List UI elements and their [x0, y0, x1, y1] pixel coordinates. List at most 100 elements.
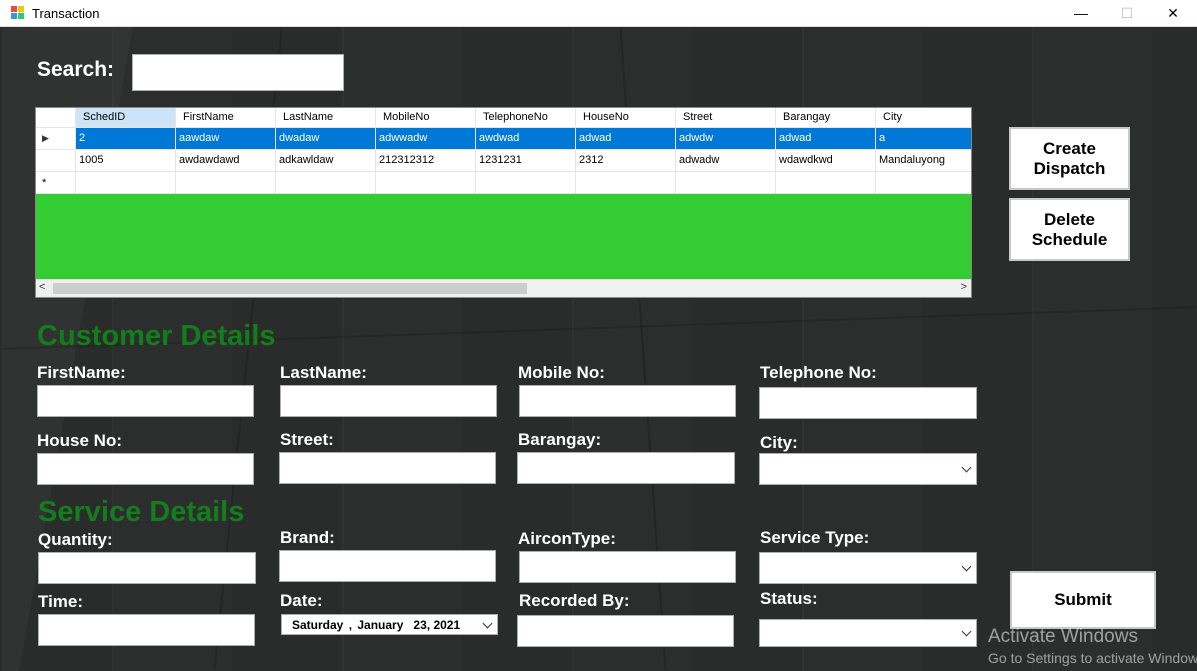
delete-schedule-button[interactable]: Delete Schedule [1009, 198, 1130, 261]
table-cell[interactable]: Mandaluyong [876, 150, 971, 172]
table-cell[interactable] [576, 172, 676, 194]
table-cell[interactable]: adwadw [676, 150, 776, 172]
service-details-heading: Service Details [38, 496, 245, 528]
table-cell[interactable] [476, 172, 576, 194]
schedule-grid[interactable]: SchedID FirstName LastName MobileNo Tele… [35, 107, 972, 298]
date-year: 2021 [433, 618, 461, 632]
grid-header: SchedID FirstName LastName MobileNo Tele… [36, 108, 971, 128]
column-header[interactable]: Barangay [776, 108, 876, 128]
scroll-right-icon[interactable]: > [961, 281, 967, 293]
search-input[interactable] [132, 54, 344, 91]
column-header[interactable]: LastName [276, 108, 376, 128]
activate-windows-watermark: Activate Windows [988, 626, 1138, 647]
table-cell[interactable]: aawdaw [176, 128, 276, 150]
new-row-indicator: * [36, 172, 76, 194]
date-month: January [357, 618, 404, 632]
lastname-label: LastName: [280, 363, 367, 382]
table-cell[interactable]: 1231231 [476, 150, 576, 172]
table-row[interactable]: 1005 awdawdawd adkawldaw 212312312 12312… [36, 150, 971, 172]
table-cell[interactable] [376, 172, 476, 194]
grid-corner [36, 108, 76, 128]
mobile-label: Mobile No: [518, 363, 605, 382]
status-select[interactable] [759, 619, 977, 647]
aircon-type-input[interactable] [519, 551, 736, 583]
table-cell[interactable]: a [876, 128, 971, 150]
date-separator: , [348, 618, 353, 632]
column-header[interactable]: City [876, 108, 971, 128]
close-button[interactable]: ✕ [1150, 0, 1196, 26]
barangay-label: Barangay: [518, 430, 602, 449]
house-label: House No: [37, 431, 122, 450]
mobile-input[interactable] [519, 385, 736, 417]
maximize-button[interactable]: ☐ [1104, 0, 1150, 26]
time-label: Time: [38, 592, 84, 611]
date-weekday: Saturday [292, 618, 344, 632]
house-input[interactable] [37, 453, 254, 485]
table-cell[interactable] [876, 172, 971, 194]
table-cell[interactable]: 2 [76, 128, 176, 150]
date-day: 23, [413, 618, 431, 632]
table-cell[interactable]: adwwadw [376, 128, 476, 150]
lastname-input[interactable] [280, 385, 497, 417]
telephone-label: Telephone No: [760, 363, 877, 382]
service-type-select[interactable] [759, 552, 977, 584]
activate-windows-hint: Go to Settings to activate Windows. [988, 650, 1197, 666]
barangay-input[interactable] [517, 452, 735, 484]
date-label: Date: [280, 591, 323, 610]
aircon-type-label: AirconType: [518, 529, 616, 548]
recorded-by-label: Recorded By: [519, 591, 630, 610]
firstname-input[interactable] [37, 385, 254, 417]
scrollbar-thumb[interactable] [53, 283, 527, 294]
city-select[interactable] [759, 453, 977, 485]
scroll-left-icon[interactable]: < [39, 281, 45, 293]
table-cell[interactable]: adkawldaw [276, 150, 376, 172]
table-cell[interactable] [676, 172, 776, 194]
date-picker[interactable]: Saturday, January 23, 2021 [281, 614, 498, 635]
create-dispatch-button[interactable]: Create Dispatch [1009, 127, 1130, 190]
telephone-input[interactable] [759, 387, 977, 419]
app-icon [11, 6, 25, 19]
brand-label: Brand: [280, 528, 335, 547]
table-cell[interactable] [176, 172, 276, 194]
table-cell[interactable]: 212312312 [376, 150, 476, 172]
city-label: City: [760, 433, 798, 452]
table-cell[interactable]: 2312 [576, 150, 676, 172]
table-cell[interactable] [276, 172, 376, 194]
street-input[interactable] [279, 452, 496, 484]
title-bar: Transaction — ☐ ✕ [0, 0, 1197, 27]
table-row[interactable]: ▶ 2 aawdaw dwadaw adwwadw awdwad adwad a… [36, 128, 971, 150]
recorded-by-input[interactable] [517, 615, 734, 647]
time-input[interactable] [38, 614, 255, 646]
customer-details-heading: Customer Details [37, 320, 276, 352]
column-header[interactable]: FirstName [176, 108, 276, 128]
firstname-label: FirstName: [37, 363, 126, 382]
new-row[interactable]: * [36, 172, 971, 194]
table-cell[interactable]: adwdw [676, 128, 776, 150]
table-cell[interactable]: dwadaw [276, 128, 376, 150]
table-cell[interactable]: adwad [576, 128, 676, 150]
submit-button[interactable]: Submit [1010, 571, 1156, 629]
minimize-button[interactable]: — [1058, 0, 1104, 26]
window-title: Transaction [32, 6, 100, 21]
table-cell[interactable]: awdwad [476, 128, 576, 150]
column-header[interactable]: HouseNo [576, 108, 676, 128]
row-header [36, 150, 76, 172]
current-row-indicator: ▶ [36, 128, 76, 150]
service-type-label: Service Type: [760, 528, 870, 547]
column-header[interactable]: MobileNo [376, 108, 476, 128]
table-cell[interactable]: wdawdkwd [776, 150, 876, 172]
table-cell[interactable]: 1005 [76, 150, 176, 172]
table-cell[interactable] [776, 172, 876, 194]
table-cell[interactable] [76, 172, 176, 194]
table-cell[interactable]: awdawdawd [176, 150, 276, 172]
search-label: Search: [37, 58, 115, 81]
horizontal-scrollbar[interactable]: < > [36, 279, 971, 297]
status-label: Status: [760, 589, 818, 608]
column-header[interactable]: SchedID [76, 108, 176, 128]
column-header[interactable]: Street [676, 108, 776, 128]
brand-input[interactable] [279, 550, 496, 582]
table-cell[interactable]: adwad [776, 128, 876, 150]
quantity-label: Quantity: [38, 530, 113, 549]
column-header[interactable]: TelephoneNo [476, 108, 576, 128]
quantity-input[interactable] [38, 552, 256, 584]
